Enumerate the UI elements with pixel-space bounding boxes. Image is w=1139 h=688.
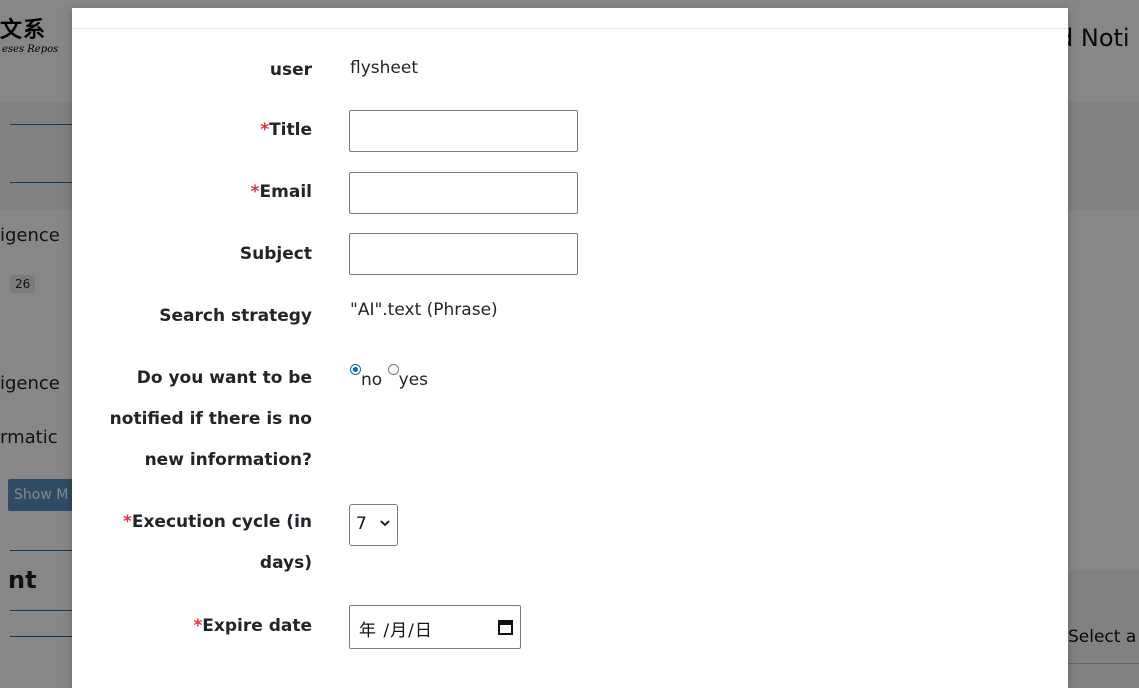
notify-label-line-2: notified if there is no	[109, 409, 312, 429]
execution-cycle-label-text: Execution cycle (in	[131, 512, 312, 532]
execution-cycle-label-line-2: days)	[259, 553, 312, 573]
required-marker: *	[193, 616, 203, 636]
title-label: *Title	[260, 112, 312, 149]
notify-label-line-3: new information?	[144, 450, 312, 470]
notify-yes-radio[interactable]	[387, 364, 399, 375]
notify-label-line-1: Do you want to be	[136, 368, 312, 388]
search-strategy-label: Search strategy	[159, 306, 312, 326]
subject-label: Subject	[239, 244, 312, 264]
calendar-icon[interactable]	[498, 619, 513, 635]
execution-cycle-select[interactable]: 7	[349, 504, 398, 546]
notify-no-radio[interactable]	[350, 364, 361, 375]
required-marker: *	[250, 182, 260, 202]
search-strategy-value: "AI".text (Phrase)	[350, 300, 498, 320]
notify-no-label[interactable]: no	[361, 370, 382, 390]
email-input[interactable]	[349, 172, 578, 214]
title-label-text: Title	[269, 120, 312, 140]
title-input[interactable]	[349, 110, 578, 152]
execution-cycle-value: 7	[356, 514, 367, 534]
email-label-text: Email	[259, 182, 312, 202]
modal-header-divider	[72, 28, 1068, 29]
execution-cycle-label-line-1: *Execution cycle (in	[123, 504, 312, 541]
user-value: flysheet	[350, 58, 418, 78]
user-label: user	[269, 60, 312, 80]
notification-modal: user flysheet *Title *Email Subject Sear…	[72, 8, 1068, 688]
notify-radio-group: no yes	[350, 364, 428, 390]
chevron-down-icon	[380, 520, 390, 527]
notify-yes-label[interactable]: yes	[399, 370, 428, 390]
expire-date-placeholder: 年 /月/日	[359, 621, 433, 641]
email-label: *Email	[251, 174, 312, 211]
expire-date-input[interactable]: 年 /月/日	[349, 605, 521, 649]
expire-date-label: *Expire date	[193, 608, 312, 645]
subject-input[interactable]	[349, 233, 578, 275]
required-marker: *	[122, 512, 132, 532]
expire-date-label-text: Expire date	[202, 616, 312, 636]
required-marker: *	[260, 120, 270, 140]
